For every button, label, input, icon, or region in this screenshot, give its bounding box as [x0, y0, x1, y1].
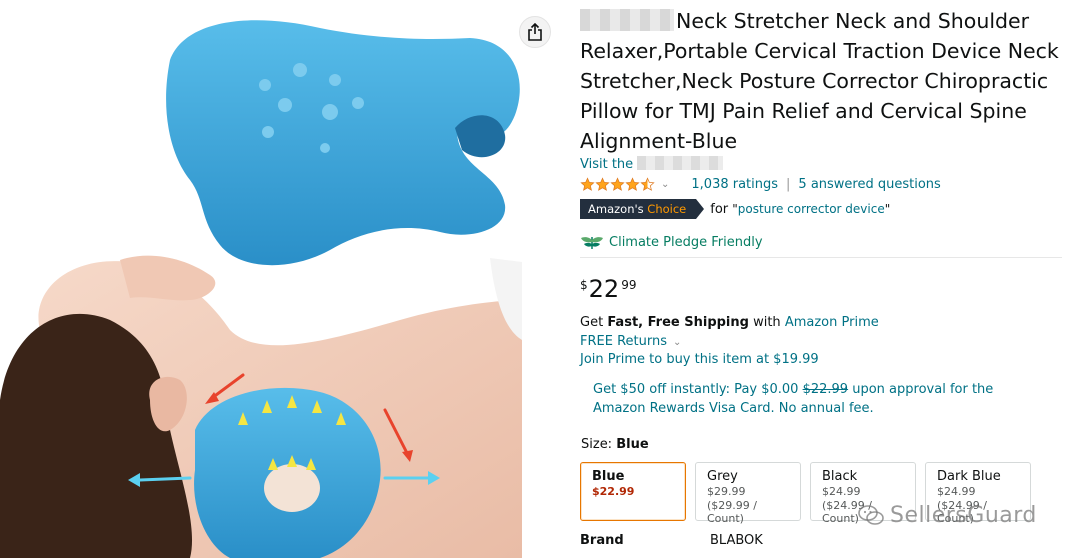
divider: [580, 257, 1062, 258]
watermark: SellersGuard: [858, 500, 1037, 530]
swatch-price: $24.99: [937, 485, 976, 498]
watermark-text: SellersGuard: [890, 502, 1037, 528]
chevron-down-icon[interactable]: ⌄: [661, 179, 669, 190]
choice-for-label: for: [710, 201, 729, 217]
star-icon: [610, 176, 625, 191]
visit-store-link[interactable]: Visit the: [580, 156, 724, 172]
swatch-unit-price: ($29.99 / Count): [707, 499, 757, 525]
star-icon: [640, 176, 655, 191]
redacted-store-name: [637, 156, 724, 170]
product-title: Neck Stretcher Neck and Shoulder Relaxer…: [580, 6, 1070, 156]
badge-highlight: Choice: [647, 202, 687, 216]
price-fraction: 99: [621, 278, 637, 292]
promo-text-1: Get $50 off instantly: Pay $0.00: [593, 382, 799, 397]
star-icon: [625, 176, 640, 191]
swatch-price: $24.99: [822, 485, 861, 498]
shipping-fast-free: Fast, Free Shipping: [607, 315, 749, 330]
free-returns-link[interactable]: FREE Returns ⌄: [580, 334, 681, 349]
rewards-card-promo[interactable]: Get $50 off instantly: Pay $0.00 $22.99 …: [593, 380, 1033, 418]
pledge-text: Climate Pledge Friendly: [609, 234, 763, 250]
swatch-name: Grey: [707, 469, 738, 484]
choice-for-text: for "posture corrector device": [710, 202, 890, 217]
rating-row: ⌄ 1,038 ratings | 5 answered questions: [580, 175, 941, 193]
shipping-info: Get Fast, Free Shipping with Amazon Prim…: [580, 315, 879, 330]
brand-value: BLABOK: [710, 533, 763, 548]
amazons-choice-row: Amazon's Choice for "posture corrector d…: [580, 199, 890, 219]
product-image[interactable]: [0, 0, 522, 558]
size-selection: Size: Blue: [581, 437, 649, 452]
amazons-choice-badge[interactable]: Amazon's Choice: [580, 199, 705, 219]
shipping-get: Get: [580, 315, 604, 330]
ratings-count-link[interactable]: 1,038 ratings: [691, 177, 778, 192]
size-value: Blue: [616, 437, 649, 452]
close-quote: ": [884, 201, 891, 216]
swatch-price: $22.99: [592, 485, 635, 498]
share-icon: [528, 23, 542, 41]
pillow-top-view: [166, 20, 520, 266]
star-rating[interactable]: [580, 176, 655, 192]
swatch-name: Blue: [592, 469, 625, 484]
swatch-blue[interactable]: Blue $22.99: [580, 462, 686, 521]
chevron-down-icon: ⌄: [672, 337, 682, 348]
separator: |: [786, 176, 791, 192]
brand-label: Brand: [580, 533, 624, 548]
redacted-brand: [580, 9, 674, 31]
free-returns-text: FREE Returns: [580, 334, 667, 349]
share-button[interactable]: [519, 16, 551, 48]
visit-store-text: Visit the: [580, 157, 634, 172]
pillow-in-use: [194, 387, 381, 558]
promo-strike-price: $22.99: [802, 382, 849, 397]
price: $ 22 99: [580, 274, 636, 304]
join-prime-link[interactable]: Join Prime to buy this item at $19.99: [580, 352, 819, 367]
shipping-with: with: [753, 315, 781, 330]
climate-pledge-badge[interactable]: Climate Pledge Friendly: [580, 233, 763, 251]
product-photo: [0, 20, 522, 558]
badge-prefix: Amazon's: [588, 202, 644, 216]
answered-questions-link[interactable]: 5 answered questions: [798, 177, 940, 192]
swatch-name: Dark Blue: [937, 469, 1001, 484]
choice-keyword-link[interactable]: posture corrector device: [738, 202, 885, 216]
star-icon: [580, 176, 595, 191]
swatch-grey[interactable]: Grey $29.99 ($29.99 / Count): [695, 462, 801, 525]
swatch-name: Black: [822, 469, 858, 484]
size-label: Size:: [581, 437, 613, 452]
wechat-icon: [858, 505, 884, 525]
star-icon: [595, 176, 610, 191]
price-symbol: $: [580, 278, 588, 292]
climate-pledge-icon: [581, 237, 603, 250]
price-whole: 22: [588, 275, 620, 303]
amazon-prime-link[interactable]: Amazon Prime: [785, 315, 879, 330]
swatch-price: $29.99: [707, 485, 746, 498]
